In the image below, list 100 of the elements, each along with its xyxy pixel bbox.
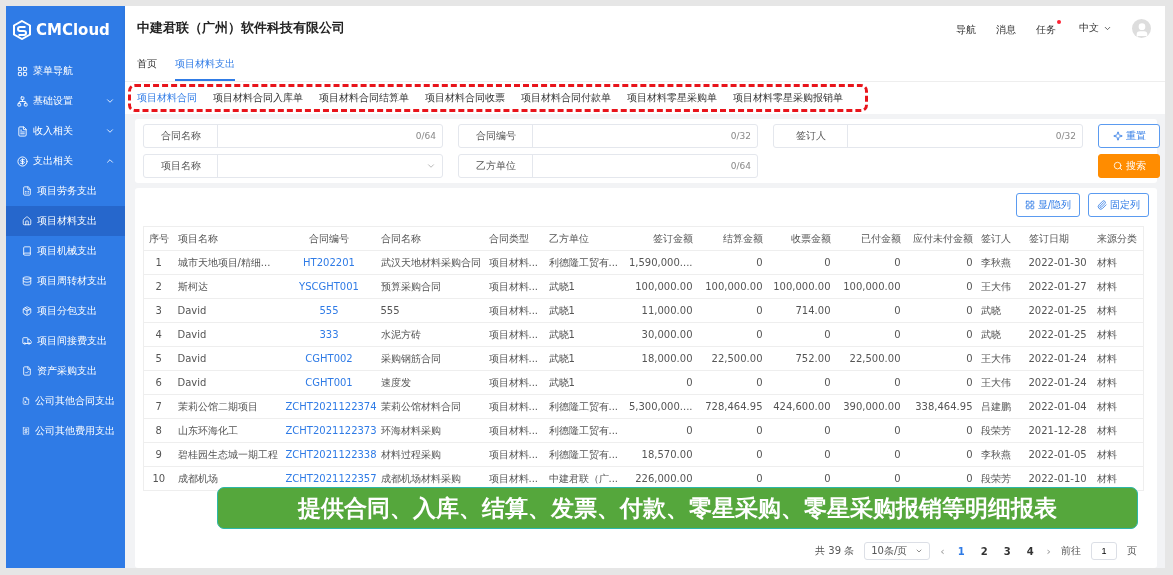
sub-tab[interactable]: 项目材料合同收票	[425, 91, 505, 105]
input-field[interactable]: 合同编号 0/32	[458, 124, 758, 148]
sidebar-subitem[interactable]: 公司其他合同支出	[6, 386, 125, 416]
table-cell: 752.00	[766, 346, 835, 371]
table-cell: 390,000.00	[834, 394, 905, 419]
file-check-icon	[22, 366, 32, 376]
book-icon	[22, 246, 32, 256]
sidebar-subitem[interactable]: 项目周转材支出	[6, 266, 125, 296]
table-cell: 武晓1	[544, 346, 625, 371]
table-cell: 9	[143, 442, 174, 467]
avatar[interactable]	[1132, 18, 1151, 38]
sub-tab[interactable]: 项目材料合同入库单	[213, 91, 303, 105]
next-page[interactable]: ›	[1046, 544, 1051, 558]
page-size-select[interactable]: 10条/页	[864, 542, 931, 560]
sidebar-subitem[interactable]: 项目机械支出	[6, 236, 125, 266]
sidebar-subitem[interactable]: 资产采购支出	[6, 356, 125, 386]
chevron-down-icon	[105, 126, 115, 136]
contract-link[interactable]: HT202201	[281, 250, 377, 275]
table-cell: 材料	[1092, 394, 1144, 419]
page-number[interactable]: 4	[1023, 545, 1037, 557]
table-cell: 王大伟	[976, 346, 1025, 371]
table-cell: 2022-01-24	[1024, 370, 1093, 395]
table-cell: David	[173, 298, 282, 323]
grid-icon	[17, 65, 28, 77]
search-icon	[1112, 161, 1123, 171]
contract-link[interactable]: ZCHT2021122374	[281, 394, 377, 419]
contract-link[interactable]: CGHT001	[281, 370, 377, 395]
table-cell: 项目材料...	[484, 394, 545, 419]
sidebar-item[interactable]: 基础设置	[6, 86, 125, 116]
table-cell: 0	[834, 250, 905, 275]
table-cell: 100,000.00	[834, 274, 905, 299]
table-cell: 茉莉公馆材料合同	[376, 394, 485, 419]
table-cell: 5,300,000....	[624, 394, 697, 419]
table-cell: 0	[904, 370, 977, 395]
table-cell: 城市天地项目/精细...	[173, 250, 282, 275]
sidebar-item[interactable]: 支出相关	[6, 146, 125, 176]
table-cell: 22,500.00	[834, 346, 905, 371]
input-field[interactable]: 合同名称 0/64	[143, 124, 443, 148]
table-cell: 山东环海化工	[173, 418, 282, 443]
sidebar-item[interactable]: 菜单导航	[6, 56, 125, 86]
header-link[interactable]: 消息	[996, 19, 1021, 37]
table-cell: 0	[904, 298, 977, 323]
sidebar-subitem[interactable]: 项目间接费支出	[6, 326, 125, 356]
table-cell: 碧桂园生态城一期工程	[173, 442, 282, 467]
input-field[interactable]: 签订人 0/32	[773, 124, 1083, 148]
contract-link[interactable]: CGHT002	[281, 346, 377, 371]
chevron-down-icon	[915, 547, 924, 555]
goto-label: 前往	[1061, 544, 1081, 558]
header-link[interactable]: 任务	[1036, 19, 1061, 37]
table-cell: 2022-01-25	[1024, 298, 1093, 323]
contract-link[interactable]: ZCHT2021122373	[281, 418, 377, 443]
contract-link[interactable]: YSCGHT001	[281, 274, 377, 299]
table-cell: 0	[904, 346, 977, 371]
table-cell: 0	[834, 298, 905, 323]
sub-tab[interactable]: 项目材料零星采购报销单	[733, 91, 843, 105]
sidebar-item[interactable]: 收入相关	[6, 116, 125, 146]
sub-tab[interactable]: 项目材料合同付款单	[521, 91, 611, 105]
package-icon	[22, 306, 32, 316]
sidebar-subitem[interactable]: 公司其他费用支出	[6, 416, 125, 446]
input-field[interactable]: 乙方单位 0/64	[458, 154, 758, 178]
table-cell: 材料	[1092, 322, 1144, 347]
column-header: 项目名称	[173, 226, 282, 251]
page-tab[interactable]: 首页	[137, 57, 157, 81]
contract-link[interactable]: ZCHT2021122338	[281, 442, 377, 467]
table-cell: 材料	[1092, 442, 1144, 467]
database-icon	[22, 276, 32, 286]
table-cell: 10	[143, 466, 174, 491]
table-cell: 材料	[1092, 418, 1144, 443]
select-field[interactable]: 项目名称	[143, 154, 443, 178]
contract-link[interactable]: 333	[281, 322, 377, 347]
total-count: 共 39 条	[815, 544, 855, 558]
table-cell: 武晓1	[544, 370, 625, 395]
table-cell: 0	[904, 418, 977, 443]
table-cell: 100,000.00	[624, 274, 697, 299]
table-cell: 5	[143, 346, 174, 371]
sub-tab[interactable]: 项目材料合同	[137, 91, 197, 105]
sidebar-subitem[interactable]: 项目劳务支出	[6, 176, 125, 206]
sidebar-subitem[interactable]: 项目材料支出	[6, 206, 125, 236]
column-header: 合同编号	[281, 226, 377, 251]
page-number[interactable]: 1	[954, 545, 968, 557]
contract-link[interactable]: 555	[281, 298, 377, 323]
previous-page[interactable]: ‹	[940, 544, 945, 558]
table-cell: 李秋燕	[976, 250, 1025, 275]
page-number[interactable]: 2	[977, 545, 991, 557]
table-cell: 18,570.00	[624, 442, 697, 467]
page-input[interactable]: 1	[1091, 542, 1117, 560]
reset-button[interactable]: 重置	[1098, 124, 1160, 148]
columns-button[interactable]: 显/隐列	[1015, 193, 1080, 217]
search-button[interactable]: 搜索	[1098, 154, 1160, 178]
sidebar-subitem[interactable]: 项目分包支出	[6, 296, 125, 326]
table-cell: 利德隆工贸有...	[544, 250, 625, 275]
sub-tab[interactable]: 项目材料合同结算单	[319, 91, 409, 105]
header-link[interactable]: 导航	[956, 19, 981, 37]
language-select[interactable]: 中文	[1079, 21, 1112, 35]
fixed-column-button[interactable]: 固定列	[1088, 193, 1149, 217]
table-cell: 0	[904, 250, 977, 275]
page-number[interactable]: 3	[1000, 545, 1014, 557]
column-header: 合同名称	[376, 226, 485, 251]
sub-tab[interactable]: 项目材料零星采购单	[627, 91, 717, 105]
coin-icon	[17, 155, 28, 167]
